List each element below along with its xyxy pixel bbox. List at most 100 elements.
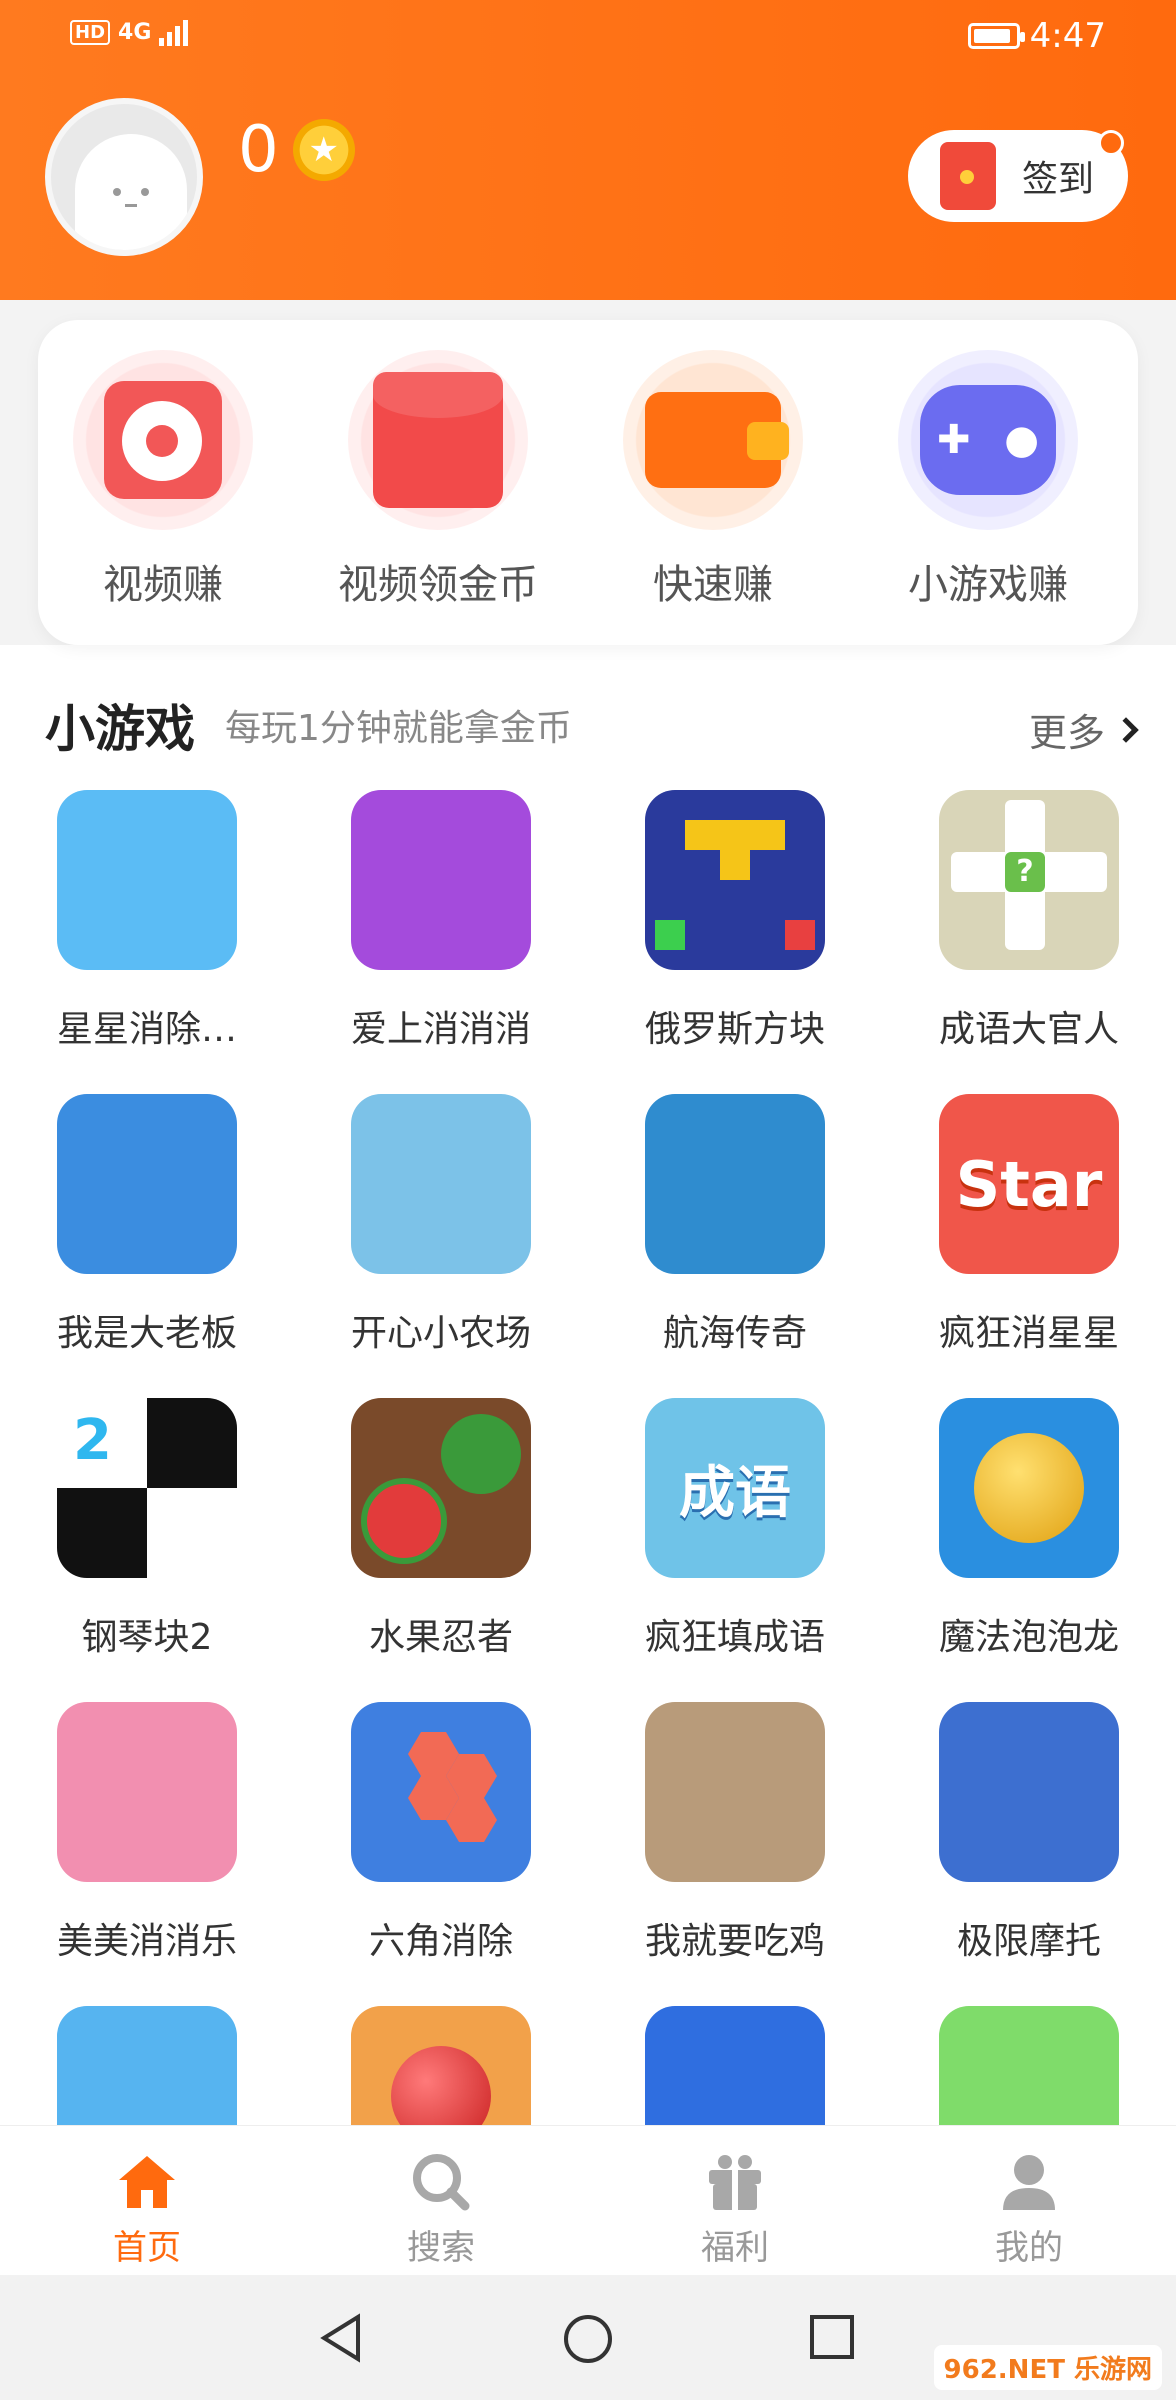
game-name: 水果忍者 bbox=[368, 1617, 513, 1658]
game-item[interactable]: 俄罗斯方块 bbox=[588, 790, 882, 1052]
game-name: 我就要吃鸡 bbox=[644, 1921, 825, 1962]
game-item[interactable]: 我就要吃鸡 bbox=[588, 1702, 882, 1964]
signal-icon bbox=[159, 18, 189, 46]
tab-label: 搜索 bbox=[407, 2228, 475, 2268]
status-left: HD 4G bbox=[70, 18, 189, 46]
more-link[interactable]: 更多 bbox=[1028, 702, 1139, 757]
clock: 4:47 bbox=[1029, 16, 1106, 56]
status-right: 4:47 bbox=[967, 16, 1106, 56]
star-logo-text: Star bbox=[955, 1147, 1103, 1221]
checkin-button[interactable]: 签到 bbox=[908, 130, 1128, 222]
tab-profile[interactable]: 我的 bbox=[882, 2152, 1176, 2269]
game-item[interactable]: 2 钢琴块2 bbox=[0, 1398, 294, 1660]
avatar[interactable] bbox=[45, 98, 203, 256]
game-icon bbox=[351, 2006, 531, 2125]
coin-icon: ★ bbox=[292, 119, 355, 181]
game-icon bbox=[645, 1702, 825, 1882]
game-item[interactable]: 爱上消消消 bbox=[294, 790, 588, 1052]
quick-action-label: 快速赚 bbox=[653, 562, 773, 608]
game-item[interactable]: 极限摩托 bbox=[882, 1702, 1176, 1964]
gamepad-icon: ✚ ● bbox=[898, 350, 1078, 530]
game-item[interactable]: 美美消消乐 bbox=[0, 1702, 294, 1964]
game-item[interactable] bbox=[0, 2006, 294, 2125]
game-name: 疯狂消星星 bbox=[938, 1313, 1119, 1354]
coin-balance[interactable]: 0 ★ bbox=[238, 115, 355, 185]
game-icon bbox=[351, 1094, 531, 1274]
game-icon bbox=[645, 790, 825, 970]
more-label: 更多 bbox=[1028, 711, 1105, 755]
game-icon bbox=[645, 1094, 825, 1274]
section-subtitle: 每玩1分钟就能拿金币 bbox=[225, 708, 572, 749]
game-name: 钢琴块2 bbox=[81, 1617, 213, 1658]
game-icon bbox=[57, 1094, 237, 1274]
game-item[interactable]: 开心小农场 bbox=[294, 1094, 588, 1356]
gift-icon bbox=[703, 2152, 767, 2212]
game-name: 爱上消消消 bbox=[350, 1009, 531, 1050]
game-item[interactable]: 航海传奇 bbox=[588, 1094, 882, 1356]
checkin-label: 签到 bbox=[1022, 159, 1095, 200]
game-item[interactable]: 六角消除 bbox=[294, 1702, 588, 1964]
game-icon bbox=[645, 2006, 825, 2125]
red-envelope-icon bbox=[348, 350, 528, 530]
system-nav-bar: 962.NET 乐游网 bbox=[0, 2275, 1176, 2400]
chevron-right-icon bbox=[1113, 716, 1139, 743]
quick-action-video-earn[interactable]: 视频赚 bbox=[38, 350, 288, 610]
home-icon bbox=[115, 2152, 179, 2212]
coin-count: 0 bbox=[238, 113, 279, 187]
search-icon bbox=[409, 2152, 473, 2212]
status-bar: HD 4G 4:47 bbox=[0, 0, 1176, 70]
notification-dot bbox=[1098, 130, 1124, 156]
game-icon bbox=[939, 1702, 1119, 1882]
games-grid: 星星消除… 爱上消消消 俄罗斯方块? 成语大官人 我是大老板 开心小农场 航海传奇 Star 疯… bbox=[0, 790, 1176, 2125]
game-item[interactable]: 魔法泡泡龙 bbox=[882, 1398, 1176, 1660]
quick-actions-card: 视频赚 视频领金币 快速赚 ✚ ● 小游戏赚 bbox=[38, 320, 1138, 645]
games-section-header: 小游戏 每玩1分钟就能拿金币 更多 bbox=[45, 690, 1139, 760]
quick-action-label: 视频赚 bbox=[103, 562, 223, 608]
quick-action-video-coins[interactable]: 视频领金币 bbox=[313, 350, 563, 610]
bottom-tab-bar: 首页 搜索 福利 我的 bbox=[0, 2125, 1176, 2275]
watermark: 962.NET 乐游网 bbox=[933, 2345, 1162, 2390]
game-item[interactable] bbox=[294, 2006, 588, 2125]
tab-label: 首页 bbox=[113, 2228, 181, 2268]
game-icon bbox=[57, 790, 237, 970]
game-item[interactable] bbox=[588, 2006, 882, 2125]
home-circle-icon[interactable] bbox=[562, 2313, 614, 2369]
game-name: 俄罗斯方块 bbox=[644, 1009, 825, 1050]
quick-action-game-earn[interactable]: ✚ ● 小游戏赚 bbox=[863, 350, 1113, 610]
quick-action-fast-earn[interactable]: 快速赚 bbox=[588, 350, 838, 610]
game-item[interactable]: 水果忍者 bbox=[294, 1398, 588, 1660]
battery-icon bbox=[967, 23, 1025, 49]
section-title: 小游戏 bbox=[45, 700, 195, 758]
game-item[interactable]: 我是大老板 bbox=[0, 1094, 294, 1356]
game-icon bbox=[351, 1398, 531, 1578]
game-item[interactable]: 成语 疯狂填成语 bbox=[588, 1398, 882, 1660]
game-item[interactable]: Star 疯狂消星星 bbox=[882, 1094, 1176, 1356]
game-name: 我是大老板 bbox=[56, 1313, 237, 1354]
user-icon bbox=[997, 2152, 1061, 2212]
game-icon: 2 bbox=[57, 1398, 237, 1578]
game-name: 星星消除… bbox=[56, 1009, 237, 1050]
avatar-face-icon bbox=[75, 134, 187, 250]
game-item[interactable]: ? 成语大官人 bbox=[882, 790, 1176, 1052]
game-icon: 成语 bbox=[645, 1398, 825, 1578]
network-label: 4G bbox=[118, 19, 152, 45]
tab-search[interactable]: 搜索 bbox=[294, 2152, 588, 2269]
game-name: 航海传奇 bbox=[662, 1313, 807, 1354]
tab-home[interactable]: 首页 bbox=[0, 2152, 294, 2269]
game-item[interactable] bbox=[882, 2006, 1176, 2125]
game-icon bbox=[351, 790, 531, 970]
tab-label: 福利 bbox=[701, 2228, 769, 2268]
back-icon[interactable] bbox=[318, 2313, 364, 2367]
game-name: 极限摩托 bbox=[956, 1921, 1101, 1962]
game-name: 成语大官人 bbox=[938, 1009, 1119, 1050]
game-icon: Star bbox=[939, 1094, 1119, 1274]
recents-icon[interactable] bbox=[808, 2313, 856, 2365]
game-icon bbox=[939, 2006, 1119, 2125]
game-icon bbox=[939, 1398, 1119, 1578]
game-item[interactable]: 星星消除… bbox=[0, 790, 294, 1052]
tab-welfare[interactable]: 福利 bbox=[588, 2152, 882, 2269]
game-icon: ? bbox=[939, 790, 1119, 970]
quick-action-label: 视频领金币 bbox=[338, 562, 538, 608]
game-name: 魔法泡泡龙 bbox=[938, 1617, 1119, 1658]
game-name: 美美消消乐 bbox=[56, 1921, 237, 1962]
